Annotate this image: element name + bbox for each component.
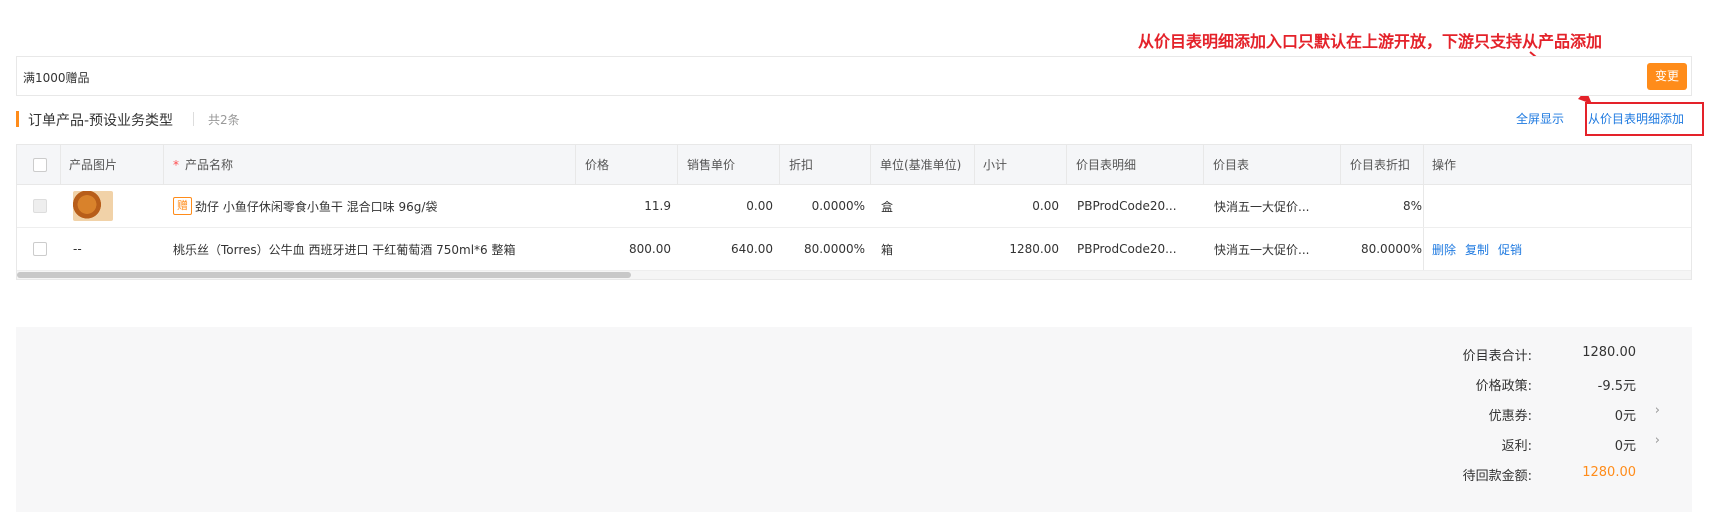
row-unit: 盒 <box>881 199 894 214</box>
row-sale-price[interactable]: 640.00 <box>687 228 773 270</box>
header-image: 产品图片 <box>69 158 118 172</box>
header-name-label: 产品名称 <box>185 158 234 172</box>
section-title: 订单产品-预设业务类型 <box>28 113 174 129</box>
table-row: -- 桃乐丝（Torres）公牛血 西班牙进口 干红葡萄酒 750ml*6 整箱… <box>17 228 1691 271</box>
summary-value-price-total: 1280.00 <box>1582 345 1636 360</box>
column-divider <box>60 145 61 184</box>
header-name: * 产品名称 <box>173 145 373 184</box>
header-discount: 折扣 <box>789 158 814 172</box>
table-header: 产品图片 * 产品名称 价格 销售单价 折扣 单位(基准单位) 小计 价目表明细… <box>17 145 1691 185</box>
summary-value-coupon: 0元 <box>1614 409 1636 424</box>
row-discount[interactable]: 0.0000% <box>789 185 865 227</box>
summary-value-rebate: 0元 <box>1614 439 1636 454</box>
product-thumbnail[interactable] <box>73 191 113 221</box>
row-name-cell: 赠 劲仔 小鱼仔休闲零食小鱼干 混合口味 96g/袋 <box>173 185 563 227</box>
header-unit: 单位(基准单位) <box>880 158 962 172</box>
section-count: 共2条 <box>208 113 240 127</box>
annotation-text: 从价目表明细添加入口只默认在上游开放，下游只支持从产品添加 <box>1138 32 1603 51</box>
summary-label-coupon: 优惠券: <box>1488 409 1532 424</box>
row-price: 800.00 <box>629 242 671 256</box>
horizontal-scrollbar[interactable] <box>17 271 1691 279</box>
order-products-table: 产品图片 * 产品名称 价格 销售单价 折扣 单位(基准单位) 小计 价目表明细… <box>16 144 1692 280</box>
row-price-book: 快消五一大促价... <box>1214 242 1310 257</box>
column-divider <box>1423 145 1424 184</box>
summary-label-price-total: 价目表合计: <box>1462 349 1532 364</box>
row-subtotal: 0.00 <box>1032 199 1059 213</box>
header-price-detail: 价目表明细 <box>1076 158 1137 172</box>
header-actions: 操作 <box>1432 158 1457 172</box>
row-checkbox[interactable] <box>33 199 47 213</box>
header-subtotal: 小计 <box>983 158 1008 172</box>
header-price-book: 价目表 <box>1213 158 1250 172</box>
row-select-cell <box>33 185 53 227</box>
column-divider <box>1203 145 1204 184</box>
fullscreen-link[interactable]: 全屏显示 <box>1516 110 1564 127</box>
product-name[interactable]: 劲仔 小鱼仔休闲零食小鱼干 混合口味 96g/袋 <box>195 198 437 215</box>
section-divider <box>193 112 194 126</box>
coupon-chevron-icon[interactable]: › <box>1655 403 1660 418</box>
summary-value-price-policy: -9.5元 <box>1597 379 1636 394</box>
gift-bar: 满1000赠品 变更 <box>16 56 1692 96</box>
section-header: 订单产品-预设业务类型 共2条 <box>16 110 1716 129</box>
scrollbar-thumb[interactable] <box>17 272 631 278</box>
summary-label-amount-due: 待回款金额: <box>1462 469 1532 484</box>
column-divider <box>163 145 164 184</box>
column-divider <box>1423 185 1424 227</box>
header-price-book-discount: 价目表折扣 <box>1350 158 1411 172</box>
select-all-cell <box>33 145 53 184</box>
summary-label-rebate: 返利: <box>1501 439 1532 454</box>
section-accent-bar <box>16 111 19 127</box>
row-select-cell <box>33 228 53 270</box>
column-divider <box>870 145 871 184</box>
row-price-detail: PBProdCode20... <box>1077 242 1177 256</box>
row-checkbox[interactable] <box>33 242 47 256</box>
order-summary: 价目表合计: 1280.00 价格政策: -9.5元 优惠券: 0元 › 返利:… <box>16 327 1692 512</box>
change-button[interactable]: 变更 <box>1647 63 1687 90</box>
gift-text: 满1000赠品 <box>23 71 90 85</box>
copy-link[interactable]: 复制 <box>1465 241 1489 258</box>
column-divider <box>1423 228 1424 270</box>
column-divider <box>677 145 678 184</box>
row-image-cell: -- <box>73 242 82 256</box>
row-subtotal: 1280.00 <box>1009 242 1059 256</box>
rebate-chevron-icon[interactable]: › <box>1655 433 1660 448</box>
product-name[interactable]: 桃乐丝（Torres）公牛血 西班牙进口 干红葡萄酒 750ml*6 整箱 <box>173 241 515 258</box>
row-sale-price[interactable]: 0.00 <box>687 185 773 227</box>
column-divider <box>575 145 576 184</box>
row-unit: 箱 <box>881 242 894 257</box>
column-divider <box>974 145 975 184</box>
annotation-highlight-box <box>1585 102 1704 136</box>
row-price-book-discount: 80.0000% <box>1360 242 1422 256</box>
row-discount[interactable]: 80.0000% <box>789 228 865 270</box>
row-image-cell <box>73 185 133 227</box>
delete-link[interactable]: 删除 <box>1432 241 1456 258</box>
header-sale-price: 销售单价 <box>687 158 736 172</box>
required-mark: * <box>173 157 179 172</box>
row-price-detail: PBProdCode20... <box>1077 199 1177 213</box>
promotion-link[interactable]: 促销 <box>1498 241 1522 258</box>
row-price-book-discount: 8% <box>1402 199 1422 213</box>
column-divider <box>1340 145 1341 184</box>
column-divider <box>1066 145 1067 184</box>
select-all-checkbox[interactable] <box>33 157 47 172</box>
row-actions: 删除 复制 促销 <box>1432 228 1532 270</box>
row-price-book: 快消五一大促价... <box>1214 199 1310 214</box>
row-price: 11.9 <box>644 199 671 213</box>
table-row: 赠 劲仔 小鱼仔休闲零食小鱼干 混合口味 96g/袋 11.9 0.00 0.0… <box>17 185 1691 228</box>
gift-badge: 赠 <box>173 197 192 215</box>
summary-label-price-policy: 价格政策: <box>1475 379 1532 394</box>
row-name-cell: 桃乐丝（Torres）公牛血 西班牙进口 干红葡萄酒 750ml*6 整箱 <box>173 228 563 270</box>
header-price: 价格 <box>585 158 610 172</box>
summary-value-amount-due: 1280.00 <box>1582 465 1636 480</box>
column-divider <box>779 145 780 184</box>
